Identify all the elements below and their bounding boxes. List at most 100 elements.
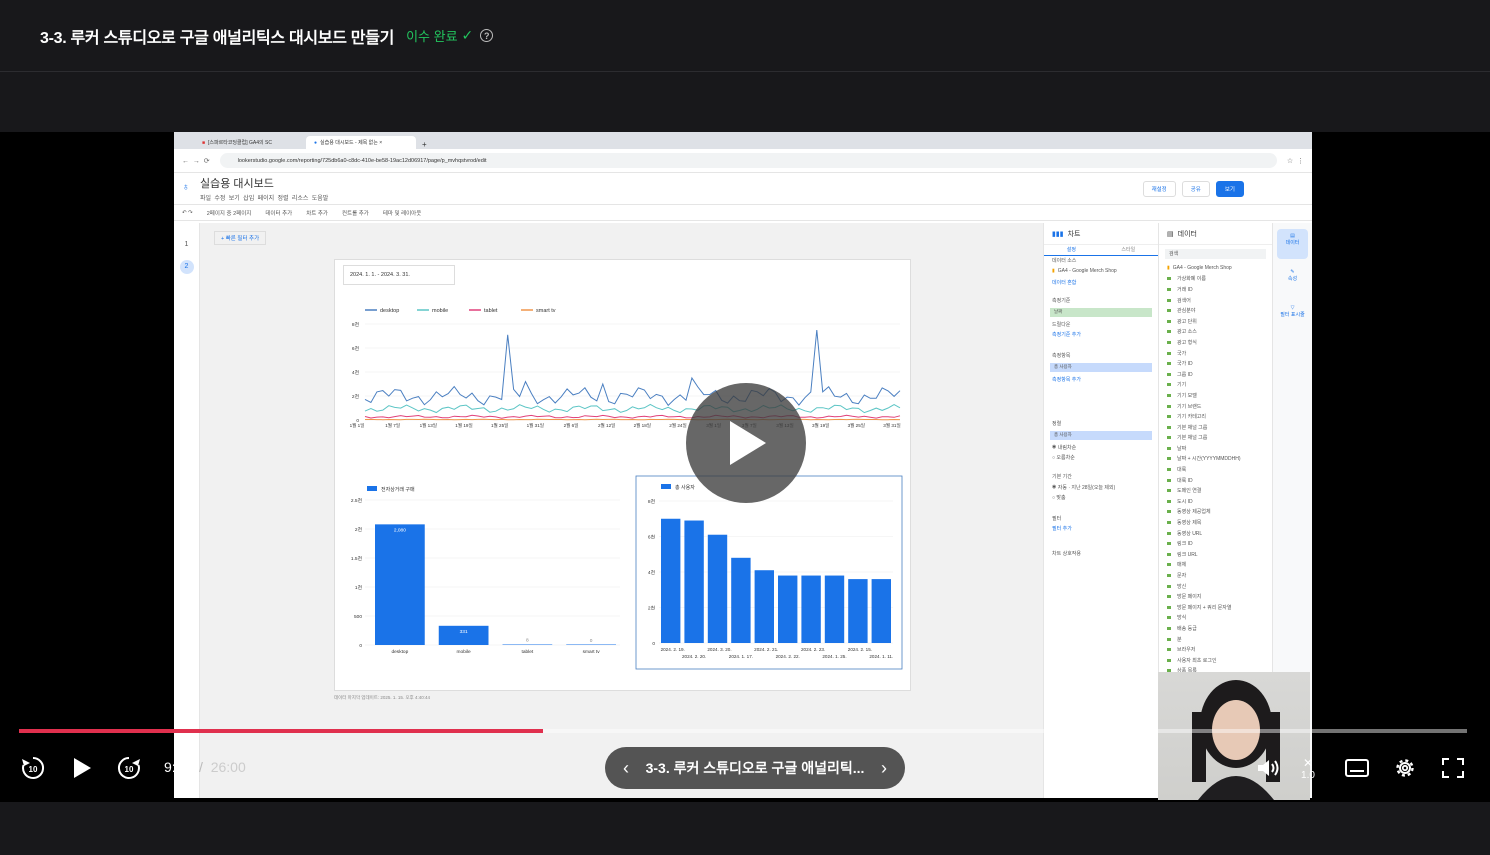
data-field: 사용자 최초 로그인 xyxy=(1159,655,1272,666)
data-field: 검색어 xyxy=(1159,295,1272,306)
data-field: 기본 채널 그룹 xyxy=(1159,433,1272,444)
y-tick-label: 2천 xyxy=(355,526,362,533)
reset-button: 재설정 xyxy=(1142,180,1176,197)
legend-label: 총 사용자 xyxy=(675,484,695,491)
x-tick-label: 2024. 1. 25. xyxy=(822,654,846,659)
check-icon: ✓ xyxy=(461,27,474,43)
data-field: 날짜 + 시간(YYYYMMDDHH) xyxy=(1159,454,1272,465)
bar xyxy=(848,579,868,643)
view-button: 보기 xyxy=(1215,180,1244,197)
completion-status: 이수 완료 xyxy=(406,29,458,44)
x-tick-label: 2월 18일 xyxy=(634,422,651,429)
data-field: 링크 URL xyxy=(1159,549,1272,560)
captions-icon xyxy=(1345,759,1369,777)
data-field: 도메인 연결 xyxy=(1159,485,1272,496)
data-field: 방문 페이지 xyxy=(1159,591,1272,602)
legend-label: desktop xyxy=(380,308,399,314)
x-tick-label: 2024. 1. 17. xyxy=(729,654,753,659)
volume-icon xyxy=(1258,760,1279,776)
fullscreen-button[interactable] xyxy=(1437,752,1469,784)
svg-text:10: 10 xyxy=(125,765,134,774)
bar xyxy=(375,524,425,645)
chevron-right-icon[interactable]: › xyxy=(881,758,887,779)
x-tick-label: 2월 6일 xyxy=(564,422,579,429)
y-tick-label: 8천 xyxy=(352,321,359,328)
legend-label: smart tv xyxy=(536,308,556,314)
x-tick-label: 1월 25일 xyxy=(491,422,508,429)
data-field: 광고 형식 xyxy=(1159,337,1272,348)
looker-menu: 파일 수정 보기 삽입 페이지 정렬 리소스 도움말 xyxy=(200,196,329,202)
data-field: 기본 채널 그룹 xyxy=(1159,422,1272,433)
bar xyxy=(438,625,489,645)
speed-value: 1.0 xyxy=(1301,769,1315,781)
presenter-silhouette xyxy=(1192,680,1280,800)
time-display: 9:26 / 26:00 xyxy=(164,759,246,775)
data-label: 331 xyxy=(460,629,468,635)
speed-button[interactable]: ✕ 1.0 xyxy=(1292,752,1324,784)
y-tick-label: 4천 xyxy=(352,369,359,376)
forward-10-button[interactable]: 10 xyxy=(113,752,145,784)
rewind-10-button[interactable]: 10 xyxy=(17,752,49,784)
progress-bar[interactable] xyxy=(19,729,1467,733)
lesson-header: 3-3. 루커 스튜디오로 구글 애널리틱스 대시보드 만들기 이수 완료 ✓ … xyxy=(0,0,1490,72)
data-field: 링크 ID xyxy=(1159,538,1272,549)
data-field: 방문 페이지 + 쿼리 문자열 xyxy=(1159,602,1272,613)
series-line-desktop xyxy=(364,329,901,407)
x-tick-label: 2024. 2. 19. xyxy=(661,647,685,652)
big-play-button[interactable] xyxy=(686,383,806,503)
data-field: 배송 등급 xyxy=(1159,623,1272,634)
x-tick-label: 1월 7일 xyxy=(385,422,400,429)
line-chart: desktop mobile tablet smart tv02천4천6천8천1월 1… xyxy=(350,308,901,429)
looker-logo-icon: ♁ xyxy=(182,181,190,193)
duration: 26:00 xyxy=(210,759,246,775)
data-field: 대륙 xyxy=(1159,464,1272,475)
x-tick-label: 3월 19일 xyxy=(812,422,829,429)
bar xyxy=(684,520,704,643)
data-field: 동영상 제목 xyxy=(1159,517,1272,528)
x-tick-label: 1월 19일 xyxy=(455,422,472,429)
field-search: 검색 xyxy=(1165,249,1266,259)
share-button: 공유 xyxy=(1181,180,1210,197)
volume-button[interactable] xyxy=(1253,752,1285,784)
date-range-control: 2024. 1. 1. - 2024. 3. 31. xyxy=(343,265,455,285)
play-button[interactable] xyxy=(66,752,98,784)
bar xyxy=(707,534,728,643)
x-tick-label: 2024. 1. 11. xyxy=(869,654,893,659)
data-field: 기기 xyxy=(1159,380,1272,391)
data-field: 매체 xyxy=(1159,560,1272,571)
settings-button[interactable] xyxy=(1389,752,1421,784)
x-tick-label: 2024. 2. 20. xyxy=(682,654,706,659)
new-tab-icon: + xyxy=(422,140,427,149)
quick-filter-button: + 빠른 필터 추가 xyxy=(214,231,267,245)
x-tick-label: 1월 13일 xyxy=(420,422,437,429)
chart-properties-panel: ▮▮▮ 차트 설정 스타일 데이터 소스 ▮ GA4 - Google Merch S… xyxy=(1043,223,1158,798)
y-tick-label: 0 xyxy=(652,641,655,647)
gear-icon xyxy=(1396,759,1414,777)
x-tick-label: 2024. 2. 15. xyxy=(848,647,872,652)
series-line-tablet xyxy=(364,414,901,419)
bar xyxy=(566,644,616,645)
captions-button[interactable] xyxy=(1341,752,1373,784)
help-icon[interactable]: ? xyxy=(480,29,494,42)
x-tick-label: 2월 24일 xyxy=(669,422,686,429)
data-field: 동영상 제공업체 xyxy=(1159,507,1272,518)
bar xyxy=(871,579,891,643)
play-small-icon xyxy=(74,758,91,778)
bar xyxy=(731,557,751,643)
chapter-navigator: ‹ 3-3. 루커 스튜디오로 구글 애널리틱... › xyxy=(605,747,905,789)
y-tick-label: 2천 xyxy=(352,393,359,400)
fullscreen-icon xyxy=(1442,758,1464,778)
speed-icon: ✕ xyxy=(1302,755,1314,770)
browser-tab-active: ● 실습용 대시보드 - 제목 없는 × xyxy=(306,136,416,149)
browser-urlbar: ← → ⟳ lookerstudio.google.com/reporting/… xyxy=(174,149,1312,173)
rewind-icon: 10 xyxy=(22,756,45,779)
x-tick-label: 3월 31일 xyxy=(883,422,900,429)
chevron-left-icon[interactable]: ‹ xyxy=(623,758,629,779)
video-player[interactable]: ■ [스파르타코딩클럽] GA4의 SC ● 실습용 대시보드 - 제목 없는 × … xyxy=(0,72,1490,802)
looker-toolbar: ↶ ↷ 2페이지 중 2페이지 데이터 추가 차트 추가 컨트롤 추가 테마 및… xyxy=(174,205,1312,221)
x-tick-label: 2024. 2. 22. xyxy=(776,654,800,659)
y-tick-label: 0 xyxy=(359,643,362,649)
page-navigator: 1 2 xyxy=(174,223,200,798)
y-tick-label: 6천 xyxy=(352,345,359,352)
url-field: lookerstudio.google.com/reporting/725db6… xyxy=(219,153,1277,168)
